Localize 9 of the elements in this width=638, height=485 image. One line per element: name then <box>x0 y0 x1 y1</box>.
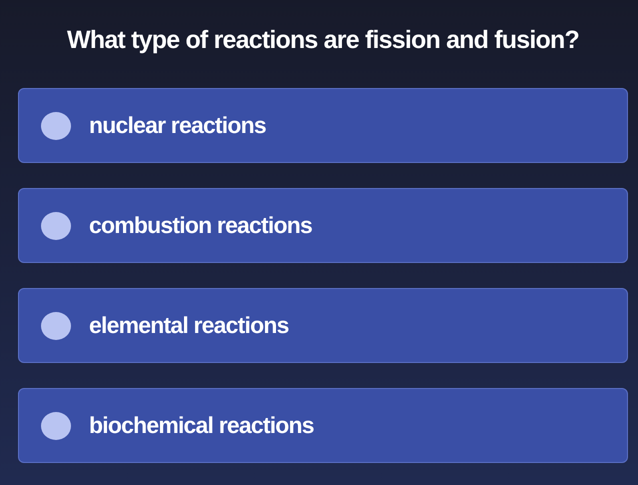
question-text: What type of reactions are fission and fusion? <box>66 26 580 55</box>
radio-button[interactable] <box>41 312 71 340</box>
answer-option[interactable]: biochemical reactions <box>18 388 628 463</box>
radio-button[interactable] <box>41 212 71 240</box>
answer-option[interactable]: elemental reactions <box>18 288 628 363</box>
radio-button[interactable] <box>41 112 71 140</box>
answer-option[interactable]: nuclear reactions <box>18 88 628 163</box>
radio-button[interactable] <box>41 412 71 440</box>
answer-option[interactable]: combustion reactions <box>18 188 628 263</box>
